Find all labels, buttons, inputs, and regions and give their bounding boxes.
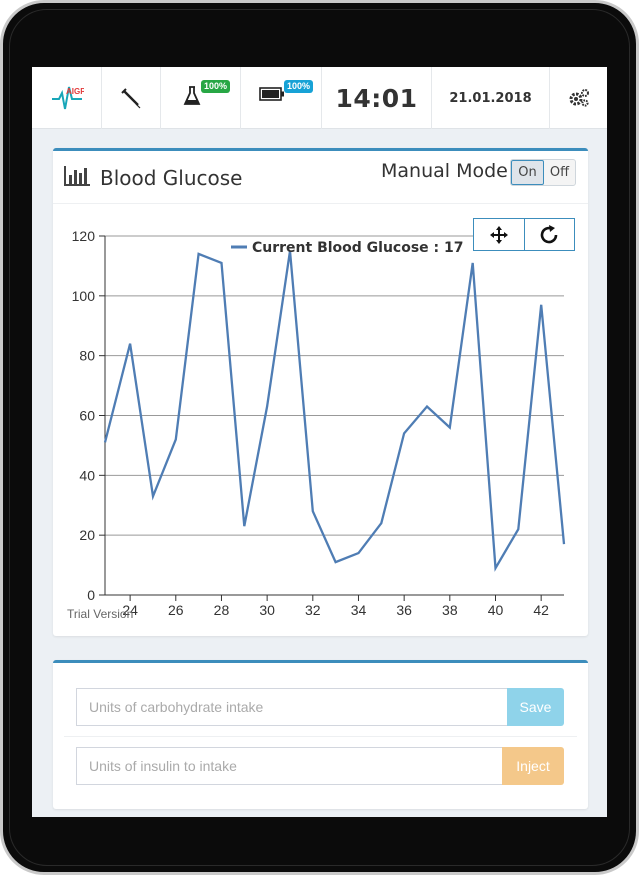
battery-badge: 100% xyxy=(284,80,314,93)
gears-icon xyxy=(569,89,589,107)
y-tick-label: 40 xyxy=(79,467,95,483)
syringe-icon xyxy=(121,88,141,109)
toggle-on-option[interactable]: On xyxy=(511,160,544,185)
bar-chart-icon xyxy=(64,166,90,186)
legend-label: Current Blood Glucose : 17 xyxy=(252,240,464,256)
x-tick-label: 36 xyxy=(396,602,412,618)
x-tick-label: 26 xyxy=(168,602,184,618)
insulin-intake-input[interactable] xyxy=(76,747,502,785)
date-display: 21.01.2018 xyxy=(449,90,532,106)
reset-button[interactable] xyxy=(525,219,575,250)
logo-heartbeat-icon: AIGP xyxy=(51,86,84,110)
panel-title: Blood Glucose xyxy=(100,166,243,190)
carb-row: Save xyxy=(76,688,564,726)
blood-glucose-panel: Blood Glucose Manual Mode On Off 0 20 40 60… xyxy=(53,148,588,636)
toggle-off-option[interactable]: Off xyxy=(544,160,575,185)
clock-cell: 14:01 xyxy=(322,67,432,129)
top-bar: AIGP 100% 100% 14:01 21.01.2018 xyxy=(32,67,607,129)
date-cell: 21.01.2018 xyxy=(432,67,550,129)
glucose-line-chart: 02040608010012024 26 28 30 32 34 36 38 40 42Curre… xyxy=(72,228,566,618)
y-tick-label: 100 xyxy=(72,288,96,304)
syringe-cell[interactable] xyxy=(102,67,161,129)
x-tick-label: 42 xyxy=(533,602,549,618)
chart-controls xyxy=(473,218,575,251)
flask-cell[interactable]: 100% xyxy=(161,67,241,129)
y-tick-label: 80 xyxy=(79,348,95,364)
battery-icon xyxy=(259,87,284,101)
x-tick-label: 32 xyxy=(305,602,321,618)
intake-panel: Save Inject xyxy=(53,660,588,809)
x-tick-label: 28 xyxy=(214,602,230,618)
manual-mode-toggle[interactable]: On Off xyxy=(510,159,576,186)
settings-cell[interactable] xyxy=(550,67,607,129)
row-divider xyxy=(64,736,577,737)
y-tick-label: 60 xyxy=(79,408,95,424)
refresh-icon xyxy=(541,224,558,243)
panel-header: Blood Glucose Manual Mode On Off xyxy=(53,151,588,204)
series-line-current-blood-glucose xyxy=(103,250,566,572)
carb-intake-input[interactable] xyxy=(76,688,507,726)
y-tick-label: 120 xyxy=(72,228,96,244)
x-tick-label: 34 xyxy=(351,602,367,618)
y-tick-label: 20 xyxy=(79,527,95,543)
x-tick-label: 40 xyxy=(488,602,504,618)
insulin-row: Inject xyxy=(76,747,564,785)
trial-version-label: Trial Version xyxy=(67,607,134,621)
move-arrows-icon xyxy=(489,225,508,244)
x-tick-label: 38 xyxy=(442,602,458,618)
app-screen: AIGP 100% 100% 14:01 21.01.2018 Blood Gl… xyxy=(32,67,607,817)
flask-icon xyxy=(183,86,201,105)
manual-mode-label: Manual Mode xyxy=(381,160,508,182)
battery-cell[interactable]: 100% xyxy=(241,67,322,129)
y-tick-label: 0 xyxy=(87,587,95,603)
inject-button[interactable]: Inject xyxy=(502,747,564,785)
pan-button[interactable] xyxy=(474,219,525,250)
x-tick-label: 30 xyxy=(259,602,275,618)
flask-badge: 100% xyxy=(201,80,231,93)
logo-cell[interactable]: AIGP xyxy=(32,67,102,129)
logo-text: AIGP xyxy=(66,87,84,96)
save-button[interactable]: Save xyxy=(507,688,564,726)
clock-time: 14:01 xyxy=(335,83,418,113)
